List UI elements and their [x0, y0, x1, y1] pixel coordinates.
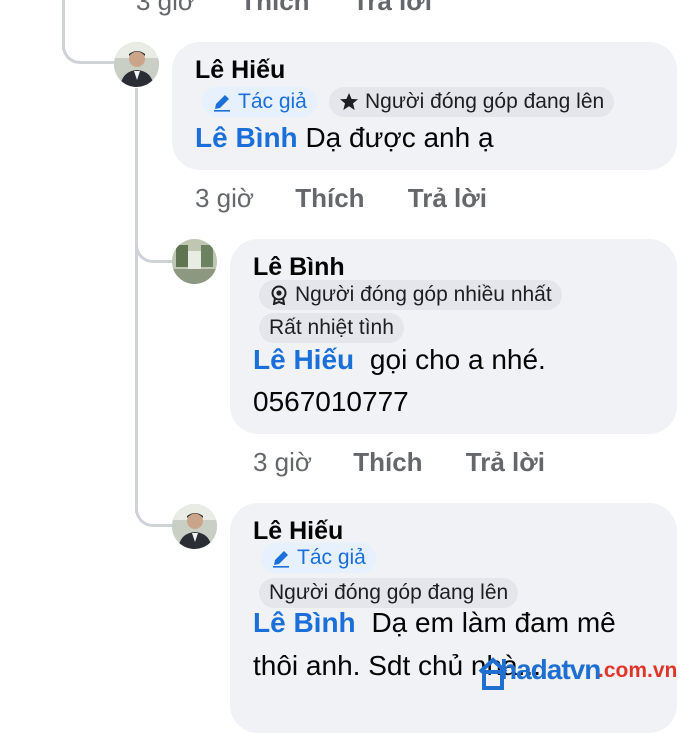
- avatar-photo: [172, 239, 217, 284]
- avatar-photo: [114, 42, 159, 87]
- thread-line-replies: [135, 88, 138, 513]
- reply-button[interactable]: Trả lời: [466, 447, 545, 477]
- comment-line: Dạ em làm đam mê: [371, 607, 616, 638]
- comment-text: Lê Bình Dạ em làm đam mê: [253, 603, 616, 643]
- author-badge: Tác giả: [261, 543, 376, 573]
- avatar[interactable]: [114, 42, 159, 87]
- like-button[interactable]: Thích: [295, 183, 364, 213]
- comment-line-2: 0567010777: [253, 386, 409, 417]
- thread-connector-3: [135, 495, 175, 527]
- reply-button[interactable]: Trả lời: [408, 183, 487, 213]
- avatar[interactable]: [172, 504, 217, 549]
- comment-meta: 3 giờ Thích Trả lời: [195, 183, 487, 214]
- badge-label: Rất nhiệt tình: [269, 316, 394, 339]
- like-button[interactable]: Thích: [353, 447, 422, 477]
- watermark: hadatvn .com.vn: [478, 650, 700, 694]
- comment-meta: 3 giờ Thích Trả lời: [253, 447, 545, 478]
- comment-author[interactable]: Lê Bình: [253, 253, 345, 282]
- pencil-icon: [273, 551, 289, 568]
- badge-label: Người đóng góp đang lên: [269, 581, 509, 604]
- comment-text: Lê Hiếu gọi cho a nhé.: [253, 340, 546, 380]
- thread-connector-2: [135, 230, 175, 263]
- thread-connector-1: [62, 30, 116, 64]
- pencil-icon: [214, 95, 230, 112]
- star-icon: [340, 93, 358, 110]
- comment-time: 3 giờ: [253, 447, 312, 477]
- author-badge: Tác giả: [202, 87, 317, 117]
- mention-link[interactable]: Lê Bình: [253, 607, 356, 638]
- like-button[interactable]: Thích: [240, 0, 309, 16]
- comment-author[interactable]: Lê Hiếu: [195, 56, 285, 85]
- badge-label: Tác giả: [297, 546, 366, 569]
- comment-text: Lê Bình Dạ được anh ạ: [195, 118, 494, 158]
- badge-label: Người đóng góp đang lên: [365, 90, 605, 113]
- comment-author[interactable]: Lê Hiếu: [253, 517, 343, 546]
- avatar-photo: [172, 504, 217, 549]
- comment-time: 3 giờ: [136, 0, 195, 16]
- mention-link[interactable]: Lê Bình: [195, 122, 298, 153]
- award-icon: [271, 285, 287, 305]
- comment-line: Dạ được anh ạ: [305, 122, 494, 153]
- rising-contributor-badge: Người đóng góp đang lên: [329, 87, 615, 117]
- watermark-domain: .com.vn: [598, 659, 678, 682]
- comment-meta-top: 3 giờ Thích Trả lời: [136, 0, 432, 17]
- reply-button[interactable]: Trả lời: [353, 0, 432, 16]
- comment-time: 3 giờ: [195, 183, 254, 213]
- watermark-brand: hadatvn: [500, 654, 601, 685]
- comment-line: gọi cho a nhé.: [369, 344, 546, 375]
- badge-label: Người đóng góp nhiều nhất: [295, 283, 552, 306]
- avatar[interactable]: [172, 239, 217, 284]
- enthusiastic-badge: Rất nhiệt tình: [259, 313, 404, 343]
- mention-link[interactable]: Lê Hiếu: [253, 344, 354, 375]
- top-contributor-badge: Người đóng góp nhiều nhất: [259, 280, 562, 310]
- badge-label: Tác giả: [238, 90, 307, 113]
